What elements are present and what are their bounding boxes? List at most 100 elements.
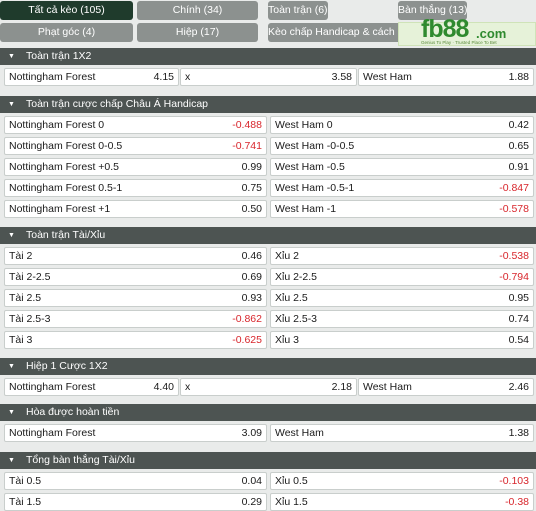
odds-cell[interactable]: Tài 2-2.5 0.69 bbox=[4, 268, 267, 286]
selection-label: West Ham bbox=[363, 71, 412, 83]
section-header-tong-ban-thang-tai-xiu[interactable]: ▼ Tổng bàn thắng Tài/Xỉu bbox=[0, 452, 536, 469]
odds-value: 0.95 bbox=[508, 292, 529, 304]
section-title: Toàn trận 1X2 bbox=[26, 50, 92, 62]
logo-tagline: Genius To Play · Trusted Place To Bet bbox=[421, 40, 497, 45]
tab-chinh-34[interactable]: Chính (34) bbox=[137, 1, 258, 20]
fb88-logo[interactable]: fb88 .com Genius To Play · Trusted Place T… bbox=[398, 15, 536, 46]
section-title: Hòa được hoàn tiền bbox=[26, 406, 120, 418]
odds-value: 0.42 bbox=[508, 119, 529, 131]
odds-value: -0.794 bbox=[499, 271, 529, 283]
odds-value: 0.99 bbox=[241, 161, 262, 173]
odds-cell[interactable]: West Ham 1.38 bbox=[270, 424, 534, 442]
odds-value: 0.69 bbox=[241, 271, 262, 283]
odds-cell[interactable]: Nottingham Forest 0.5-1 0.75 bbox=[4, 179, 267, 197]
section-header-toan-tran-1x2[interactable]: ▼ Toàn trận 1X2 bbox=[0, 48, 536, 65]
odds-value: 3.58 bbox=[331, 71, 352, 83]
odds-cell[interactable]: x 3.58 bbox=[180, 68, 357, 86]
odds-cell[interactable]: West Ham -0-0.5 0.65 bbox=[270, 137, 534, 155]
selection-label: West Ham -0.5-1 bbox=[275, 182, 355, 194]
odds-cell[interactable]: Nottingham Forest 3.09 bbox=[4, 424, 267, 442]
chevron-down-icon[interactable]: ▼ bbox=[8, 227, 18, 244]
odds-cell[interactable]: Tài 2.5 0.93 bbox=[4, 289, 267, 307]
odds-value: 0.93 bbox=[241, 292, 262, 304]
odds-value: 0.91 bbox=[508, 161, 529, 173]
odds-cell[interactable]: West Ham 1.88 bbox=[358, 68, 534, 86]
odds-cell[interactable]: West Ham -1 -0.578 bbox=[270, 200, 534, 218]
odds-cell[interactable]: Xỉu 0.5 -0.103 bbox=[270, 472, 534, 490]
odds-cell[interactable]: Nottingham Forest 0 -0.488 bbox=[4, 116, 267, 134]
section-title: Toàn trận Tài/Xỉu bbox=[26, 229, 106, 241]
selection-label: Nottingham Forest 0.5-1 bbox=[9, 182, 123, 194]
chevron-down-icon[interactable]: ▼ bbox=[8, 452, 18, 469]
odds-value: 1.88 bbox=[508, 71, 529, 83]
odds-value: -0.847 bbox=[499, 182, 529, 194]
odds-cell[interactable]: West Ham 0 0.42 bbox=[270, 116, 534, 134]
section-header-toan-tran-tai-xiu[interactable]: ▼ Toàn trận Tài/Xỉu bbox=[0, 227, 536, 244]
odds-value: 1.38 bbox=[508, 427, 529, 439]
odds-cell[interactable]: Tài 1.5 0.29 bbox=[4, 493, 267, 511]
odds-cell[interactable]: West Ham -0.5-1 -0.847 bbox=[270, 179, 534, 197]
selection-label: Xỉu 2.5 bbox=[275, 292, 308, 304]
odds-value: -0.741 bbox=[232, 140, 262, 152]
tab-phat-goc-4[interactable]: Phạt góc (4) bbox=[0, 23, 133, 42]
odds-cell[interactable]: West Ham 2.46 bbox=[358, 378, 534, 396]
selection-label: West Ham -0-0.5 bbox=[275, 140, 355, 152]
selection-label: Xỉu 2.5-3 bbox=[275, 313, 318, 325]
selection-label: x bbox=[185, 71, 191, 83]
selection-label: Nottingham Forest +1 bbox=[9, 203, 111, 215]
selection-label: Tài 2.5 bbox=[9, 292, 42, 304]
chevron-down-icon[interactable]: ▼ bbox=[8, 404, 18, 421]
odds-value: -0.538 bbox=[499, 250, 529, 262]
section-title: Hiệp 1 Cược 1X2 bbox=[26, 360, 108, 372]
chevron-down-icon[interactable]: ▼ bbox=[8, 358, 18, 375]
odds-cell[interactable]: Tài 3 -0.625 bbox=[4, 331, 267, 349]
section-header-hiep-1-cuoc-1x2[interactable]: ▼ Hiệp 1 Cược 1X2 bbox=[0, 358, 536, 375]
odds-cell[interactable]: Tài 0.5 0.04 bbox=[4, 472, 267, 490]
selection-label: Nottingham Forest +0.5 bbox=[9, 161, 120, 173]
odds-cell[interactable]: Xỉu 1.5 -0.38 bbox=[270, 493, 534, 511]
odds-value: 0.65 bbox=[508, 140, 529, 152]
odds-cell[interactable]: Nottingham Forest 0-0.5 -0.741 bbox=[4, 137, 267, 155]
selection-label: Xỉu 3 bbox=[275, 334, 299, 346]
odds-cell[interactable]: Xỉu 2.5 0.95 bbox=[270, 289, 534, 307]
odds-value: 4.15 bbox=[153, 71, 174, 83]
logo-suffix: .com bbox=[476, 26, 507, 41]
selection-label: Tài 0.5 bbox=[9, 475, 42, 487]
odds-cell[interactable]: Nottingham Forest 4.40 bbox=[4, 378, 179, 396]
odds-value: 3.09 bbox=[241, 427, 262, 439]
chevron-down-icon[interactable]: ▼ bbox=[8, 96, 18, 113]
odds-cell[interactable]: Nottingham Forest +1 0.50 bbox=[4, 200, 267, 218]
odds-value: -0.862 bbox=[232, 313, 262, 325]
odds-value: 2.18 bbox=[331, 381, 352, 393]
section-title: Toàn trận cược chấp Châu Á Handicap bbox=[26, 98, 209, 110]
selection-label: Tài 2.5-3 bbox=[9, 313, 51, 325]
odds-cell[interactable]: Nottingham Forest +0.5 0.99 bbox=[4, 158, 267, 176]
odds-cell[interactable]: Xỉu 3 0.54 bbox=[270, 331, 534, 349]
selection-label: Nottingham Forest 0 bbox=[9, 119, 105, 131]
selection-label: West Ham bbox=[363, 381, 412, 393]
chevron-down-icon[interactable]: ▼ bbox=[8, 48, 18, 65]
odds-cell[interactable]: Xỉu 2-2.5 -0.794 bbox=[270, 268, 534, 286]
odds-cell[interactable]: Xỉu 2 -0.538 bbox=[270, 247, 534, 265]
odds-value: -0.103 bbox=[499, 475, 529, 487]
section-header-hoa-duoc-hoan-tien[interactable]: ▼ Hòa được hoàn tiền bbox=[0, 404, 536, 421]
selection-label: West Ham -0.5 bbox=[275, 161, 345, 173]
odds-cell[interactable]: West Ham -0.5 0.91 bbox=[270, 158, 534, 176]
selection-label: Xỉu 2-2.5 bbox=[275, 271, 318, 283]
tab-tat-ca-keo-105[interactable]: Tất cả kèo (105) bbox=[0, 1, 133, 20]
selection-label: Tài 2-2.5 bbox=[9, 271, 51, 283]
odds-cell[interactable]: x 2.18 bbox=[180, 378, 357, 396]
odds-cell[interactable]: Nottingham Forest 4.15 bbox=[4, 68, 179, 86]
market-tabs: Tất cả kèo (105) Chính (34) Toàn trận (6) B… bbox=[0, 0, 536, 46]
tab-toan-tran-6[interactable]: Toàn trận (6) bbox=[268, 1, 328, 20]
odds-cell[interactable]: Tài 2.5-3 -0.862 bbox=[4, 310, 267, 328]
odds-value: -0.625 bbox=[232, 334, 262, 346]
tab-hiep-17[interactable]: Hiệp (17) bbox=[137, 23, 258, 42]
section-header-toan-tran-cuoc-chap-chau-a-handicap[interactable]: ▼ Toàn trận cược chấp Châu Á Handicap bbox=[0, 96, 536, 113]
odds-cell[interactable]: Tài 2 0.46 bbox=[4, 247, 267, 265]
odds-value: 0.74 bbox=[508, 313, 529, 325]
odds-value: 0.75 bbox=[241, 182, 262, 194]
selection-label: West Ham 0 bbox=[275, 119, 333, 131]
odds-cell[interactable]: Xỉu 2.5-3 0.74 bbox=[270, 310, 534, 328]
odds-value: 0.50 bbox=[241, 203, 262, 215]
